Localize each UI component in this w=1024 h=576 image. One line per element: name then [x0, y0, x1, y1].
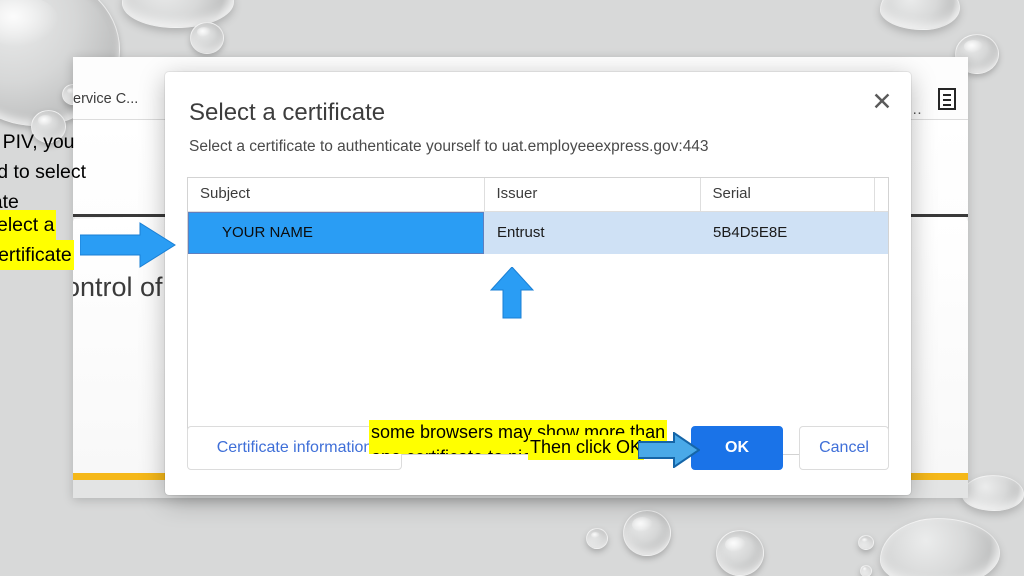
decorative-bubble [623, 510, 671, 556]
certificate-list[interactable]: Subject Issuer Serial YOUR NAME Entrust … [187, 177, 889, 455]
overflow-dots: .. [912, 101, 922, 118]
column-header-spare[interactable] [874, 178, 888, 212]
column-header-serial[interactable]: Serial [700, 178, 875, 212]
column-header-issuer[interactable]: Issuer [484, 178, 701, 212]
slide-instruction-text: elect PIV, you asked to select rtificate [0, 127, 86, 217]
decorative-bubble [586, 528, 608, 549]
annotation-arrow-right-to-ok [638, 432, 700, 468]
instruction-line-2: asked to select [0, 161, 87, 183]
annotation-click-ok-text: Then click OK [528, 435, 645, 460]
instruction-line-1: elect PIV, you [0, 131, 75, 153]
callout-line-2: Certificate [0, 240, 74, 270]
dialog-subtitle: Select a certificate to authenticate you… [189, 138, 709, 155]
annotation-click-ok: Then click OK [528, 435, 645, 460]
column-header-subject[interactable]: Subject [188, 178, 485, 212]
certificate-table: Subject Issuer Serial YOUR NAME Entrust … [188, 178, 888, 254]
decorative-bubble [962, 475, 1024, 511]
browser-tab-active[interactable]: ervice C... [73, 82, 148, 116]
annotation-arrow-right-to-row [80, 222, 176, 268]
decorative-bubble [716, 530, 764, 576]
cell-serial[interactable]: 5B4D5E8E [700, 211, 874, 254]
callout-select-a-certificate: Select a Certificate [0, 210, 74, 270]
decorative-bubble [858, 535, 874, 550]
decorative-bubble [122, 0, 234, 28]
tab-strip: ervice C... [73, 79, 148, 119]
close-icon[interactable]: ✕ [864, 83, 900, 119]
cell-issuer[interactable]: Entrust [484, 211, 700, 254]
decorative-bubble [880, 0, 960, 30]
table-header-row: Subject Issuer Serial [188, 178, 888, 212]
browser-tab-label: ervice C... [73, 91, 139, 107]
dialog-title: Select a certificate [189, 99, 386, 126]
select-certificate-dialog: ✕ Select a certificate Select a certific… [165, 72, 911, 495]
annotation-arrow-up-to-list [490, 267, 534, 319]
ok-button[interactable]: OK [691, 426, 783, 470]
slide-canvas: ervice C... .. ontrol of t elect PIV, yo… [0, 0, 1024, 576]
decorative-bubble [880, 518, 1000, 576]
page-headline: ontrol of t [73, 272, 178, 302]
callout-line-1: Select a [0, 210, 57, 240]
decorative-bubble [860, 565, 872, 576]
decorative-bubble [190, 22, 224, 54]
cell-subject[interactable]: YOUR NAME [188, 211, 484, 254]
cell-spare[interactable] [874, 211, 888, 254]
reading-list-icon[interactable] [938, 88, 956, 110]
table-row[interactable]: YOUR NAME Entrust 5B4D5E8E [188, 211, 888, 254]
cancel-button[interactable]: Cancel [799, 426, 889, 470]
